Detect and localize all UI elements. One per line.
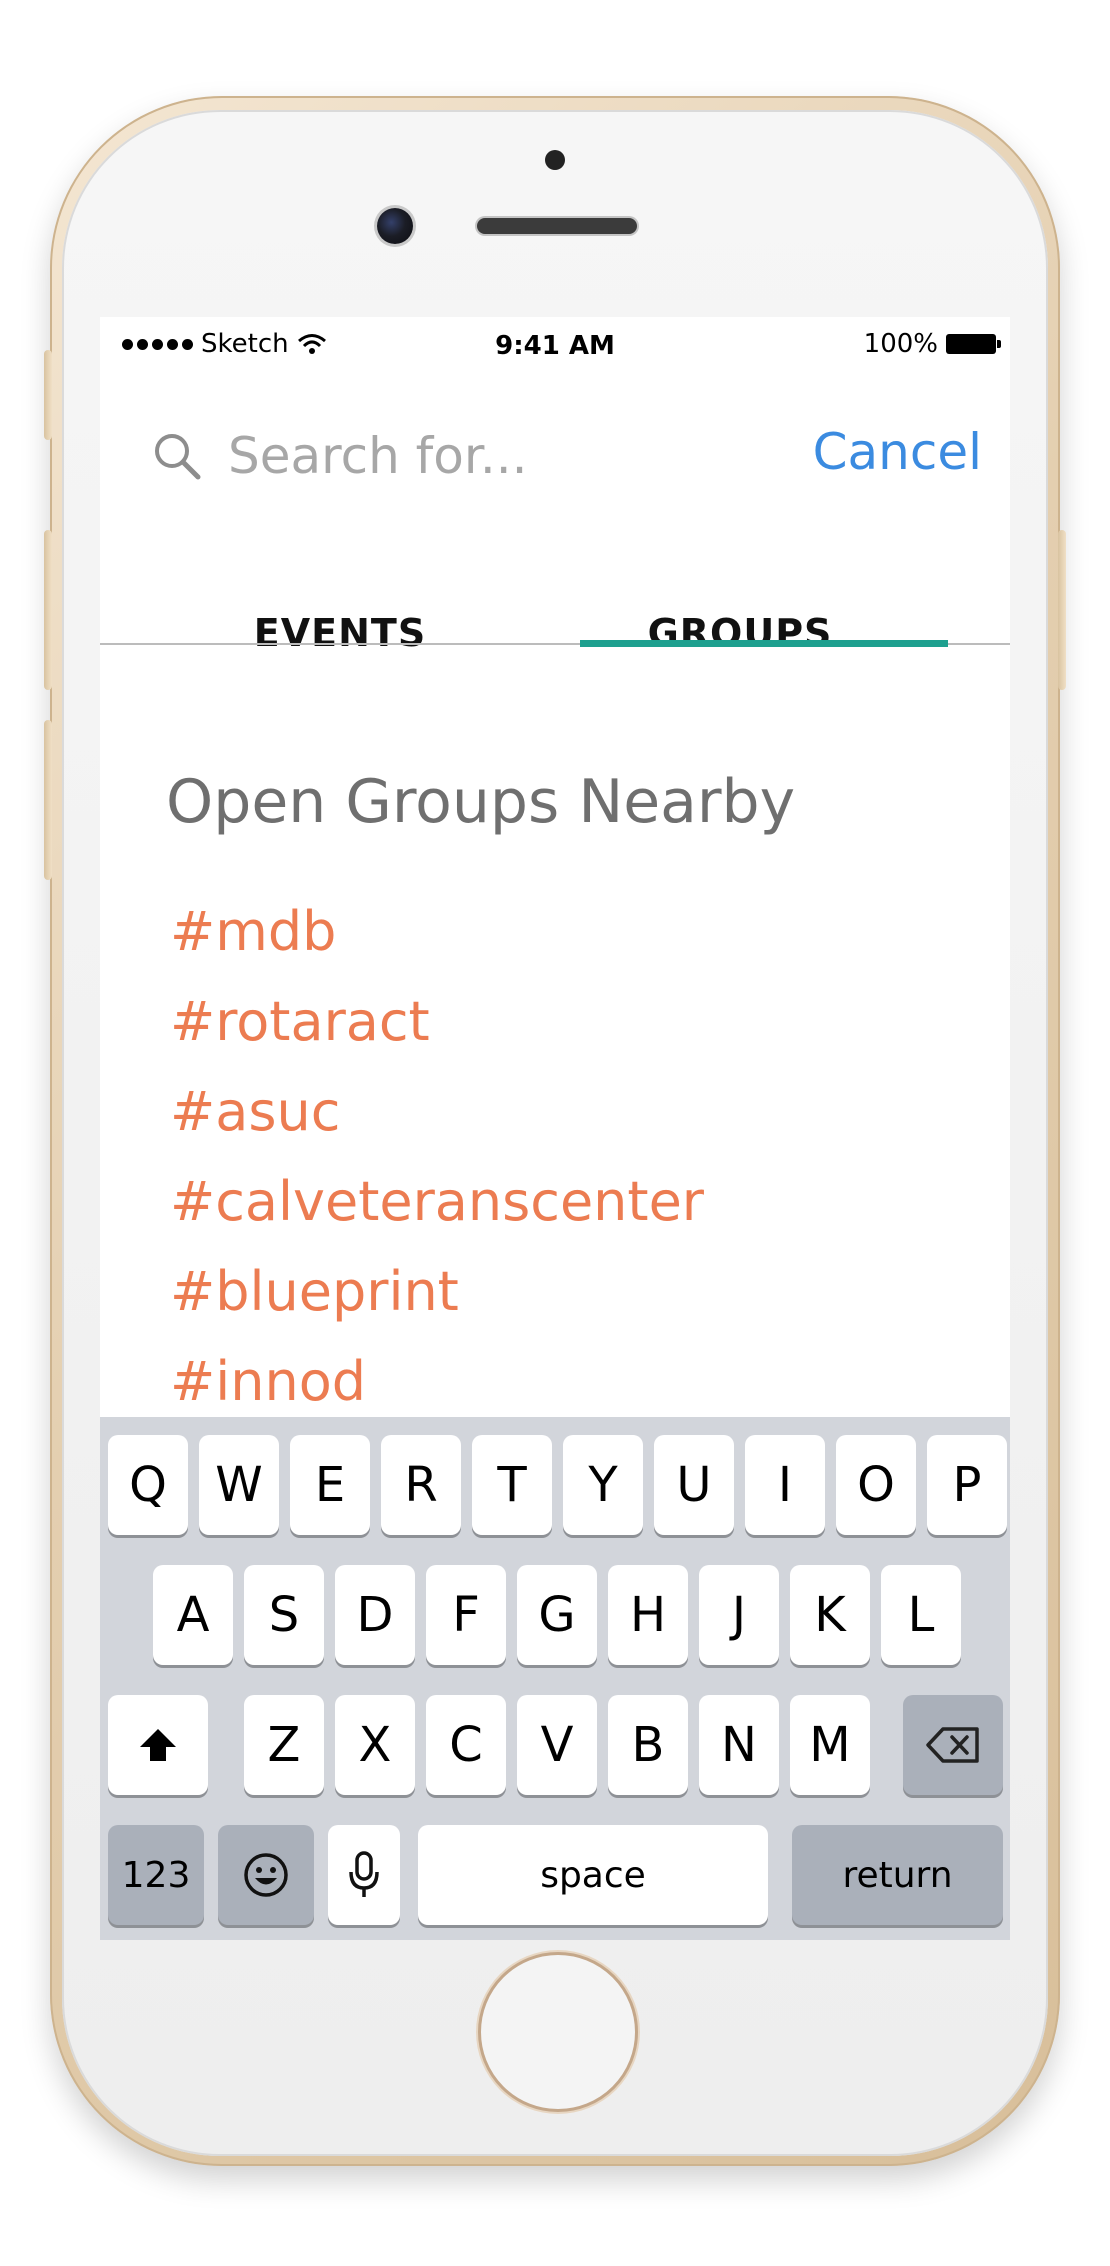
key-t[interactable]: T [472,1435,552,1535]
search-bar: Search for... Cancel [100,417,1010,487]
key-m[interactable]: M [790,1695,870,1795]
key-b[interactable]: B [608,1695,688,1795]
group-link-blueprint[interactable]: #blueprint [170,1247,704,1337]
key-n[interactable]: N [699,1695,779,1795]
key-x[interactable]: X [335,1695,415,1795]
key-r[interactable]: R [381,1435,461,1535]
group-link-innod[interactable]: #innod [170,1337,704,1427]
power-button [1058,530,1066,690]
key-a[interactable]: A [153,1565,233,1665]
key-z[interactable]: Z [244,1695,324,1795]
key-i[interactable]: I [745,1435,825,1535]
shift-key[interactable] [108,1695,208,1795]
tab-groups[interactable]: GROUPS [580,611,900,655]
return-key-label: return [842,1854,953,1896]
status-bar: Sketch 9:41 AM 100% [100,317,1010,377]
key-k[interactable]: K [790,1565,870,1665]
key-v[interactable]: V [517,1695,597,1795]
volume-down-button [44,720,52,880]
keyboard-row-4: 123 space return [100,1825,1010,1925]
proximity-sensor [545,150,565,170]
key-u[interactable]: U [654,1435,734,1535]
status-right: 100% [863,329,1001,359]
active-tab-indicator [580,640,948,647]
delete-key[interactable] [903,1695,1003,1795]
group-link-mdb[interactable]: #mdb [170,887,704,977]
group-link-rotaract[interactable]: #rotaract [170,977,704,1067]
dictation-key[interactable] [328,1825,400,1925]
keyboard: Q W E R T Y U I O P A S D F G H J K L Z … [100,1417,1010,1940]
group-link-calveteranscenter[interactable]: #calveteranscenter [170,1157,704,1247]
tab-bar: EVENTS GROUPS [100,597,1010,667]
key-y[interactable]: Y [563,1435,643,1535]
key-o[interactable]: O [836,1435,916,1535]
volume-up-button [44,530,52,690]
emoji-icon [244,1853,288,1897]
space-key[interactable]: space [418,1825,768,1925]
home-button[interactable] [478,1952,638,2112]
key-d[interactable]: D [335,1565,415,1665]
battery-icon [946,334,1001,354]
group-list: #mdb #rotaract #asuc #calveteranscenter … [170,887,704,1427]
group-link-asuc[interactable]: #asuc [170,1067,704,1157]
key-j[interactable]: J [699,1565,779,1665]
tab-events[interactable]: EVENTS [180,611,500,655]
emoji-key[interactable] [218,1825,314,1925]
key-p[interactable]: P [927,1435,1007,1535]
microphone-icon [349,1851,379,1897]
front-camera [377,208,413,244]
mute-switch [44,350,52,440]
key-q[interactable]: Q [108,1435,188,1535]
numbers-key-label: 123 [121,1854,191,1896]
space-key-label: space [540,1854,646,1896]
keyboard-row-1: Q W E R T Y U I O P [100,1435,1010,1535]
key-w[interactable]: W [199,1435,279,1535]
section-title: Open Groups Nearby [166,767,796,837]
key-h[interactable]: H [608,1565,688,1665]
key-f[interactable]: F [426,1565,506,1665]
numbers-key[interactable]: 123 [108,1825,204,1925]
key-g[interactable]: G [517,1565,597,1665]
key-l[interactable]: L [881,1565,961,1665]
key-e[interactable]: E [290,1435,370,1535]
shift-icon [140,1729,176,1761]
screen: Sketch 9:41 AM 100% Search for... Cancel… [100,317,1010,1940]
keyboard-row-3: Z X C V B N M [100,1695,1010,1795]
keyboard-row-2: A S D F G H J K L [100,1565,1010,1665]
earpiece-speaker [477,218,637,234]
return-key[interactable]: return [792,1825,1003,1925]
backspace-icon [926,1727,979,1763]
battery-percent: 100% [863,329,938,359]
search-input[interactable]: Search for... [228,427,528,485]
key-s[interactable]: S [244,1565,324,1665]
search-icon [155,434,201,480]
cancel-button[interactable]: Cancel [813,423,982,481]
key-c[interactable]: C [426,1695,506,1795]
